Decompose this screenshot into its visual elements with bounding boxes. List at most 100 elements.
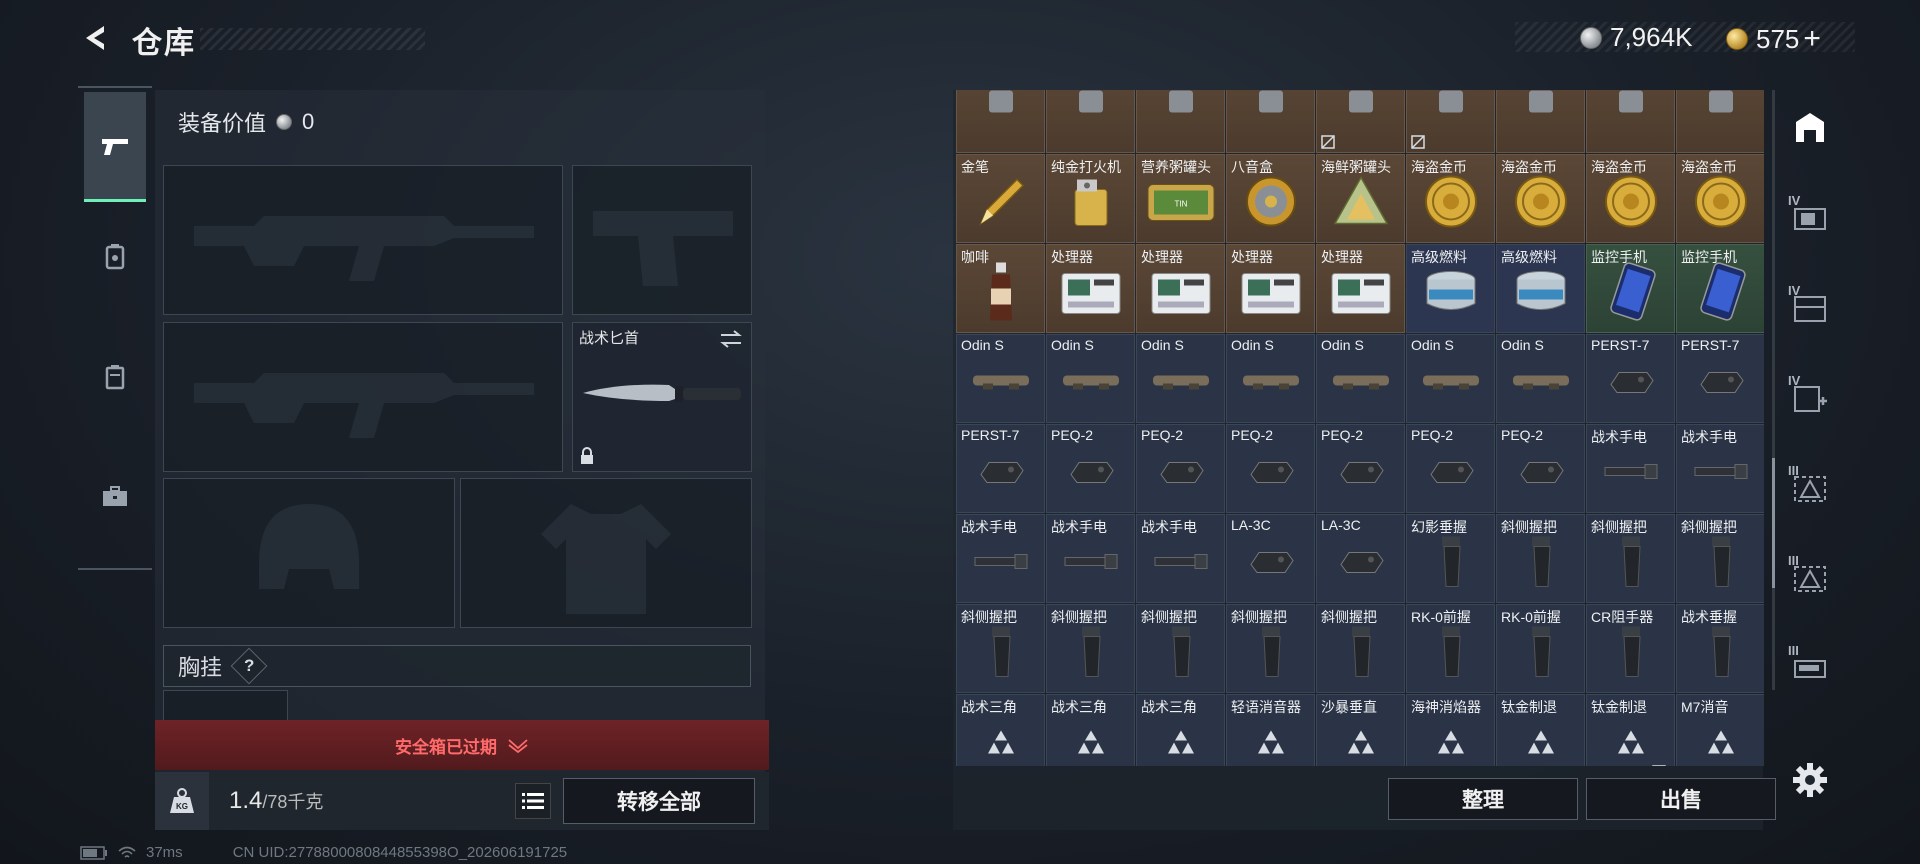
inventory-cell[interactable]: CR阻手器 <box>1586 604 1675 693</box>
inventory-cell[interactable]: Odin S <box>1406 334 1495 423</box>
inventory-cell[interactable]: PERST-7 <box>1676 334 1764 423</box>
inventory-cell[interactable]: 斜侧握把 <box>1046 604 1135 693</box>
inventory-cell[interactable]: 斜侧握把 <box>1586 514 1675 603</box>
swap-icon[interactable] <box>719 329 743 349</box>
inventory-cell[interactable]: 斜侧握把 <box>1676 514 1764 603</box>
inventory-cell[interactable]: Odin S <box>1046 334 1135 423</box>
gear-icon[interactable] <box>1790 760 1830 800</box>
inventory-cell[interactable]: 战术垂握 <box>1676 604 1764 693</box>
inventory-cell[interactable]: 战术手电 <box>1046 514 1135 603</box>
inventory-cell[interactable]: 幻影垂握 <box>1406 514 1495 603</box>
rail-armor-bench[interactable]: III <box>1782 455 1838 525</box>
inventory-cell[interactable]: 海盗金币 <box>1676 154 1764 243</box>
inventory-cell[interactable] <box>1406 90 1495 153</box>
inventory-cell[interactable]: PEQ-2 <box>1226 424 1315 513</box>
inventory-cell[interactable]: 海盗金币 <box>1406 154 1495 243</box>
inventory-cell[interactable]: 营养粥罐头 TIN <box>1136 154 1225 243</box>
grid-scroll-thumb[interactable] <box>1772 458 1775 588</box>
inventory-cell[interactable]: 沙暴垂直 <box>1316 694 1405 766</box>
inventory-cell[interactable]: 战术三角 <box>956 694 1045 766</box>
inventory-cell[interactable]: 八音盒 <box>1226 154 1315 243</box>
melee-slot[interactable]: 战术匕首 <box>572 322 752 472</box>
inventory-cell[interactable]: 战术三角 <box>1046 694 1135 766</box>
tab-case[interactable] <box>84 442 146 552</box>
inventory-cell[interactable]: RK-0前握 <box>1496 604 1585 693</box>
inventory-cell[interactable]: 海盗金币 <box>1586 154 1675 243</box>
secondary-weapon-slot[interactable] <box>163 322 563 472</box>
inventory-cell[interactable]: 高级燃料 <box>1406 244 1495 333</box>
armor-slot[interactable] <box>460 478 752 628</box>
inventory-cell[interactable]: LA-3C <box>1316 514 1405 603</box>
inventory-cell[interactable]: 轻语消音器 <box>1226 694 1315 766</box>
safebox-expired-banner[interactable]: 安全箱已过期 <box>155 720 769 770</box>
inventory-cell[interactable]: 咖啡 <box>956 244 1045 333</box>
inventory-cell[interactable]: 处理器 <box>1046 244 1135 333</box>
inventory-cell[interactable]: PEQ-2 <box>1316 424 1405 513</box>
inventory-cell[interactable] <box>1226 90 1315 153</box>
inventory-cell[interactable]: 监控手机 <box>1676 244 1764 333</box>
rail-armor-bench[interactable]: III <box>1782 545 1838 615</box>
inventory-cell[interactable] <box>1496 90 1585 153</box>
help-icon[interactable]: ? <box>230 647 268 685</box>
inventory-cell[interactable]: 斜侧握把 <box>1496 514 1585 603</box>
helmet-slot[interactable] <box>163 478 455 628</box>
inventory-cell[interactable]: 战术手电 <box>1136 514 1225 603</box>
inventory-cell[interactable]: M7消音 <box>1676 694 1764 766</box>
inventory-cell[interactable]: 战术手电 <box>1586 424 1675 513</box>
inventory-cell[interactable]: 纯金打火机 <box>1046 154 1135 243</box>
inventory-cell[interactable]: 钛金制退 <box>1586 694 1675 766</box>
back-button[interactable] <box>78 20 114 56</box>
inventory-cell[interactable]: PEQ-2 <box>1136 424 1225 513</box>
rail-gun-bench[interactable]: III <box>1782 635 1838 705</box>
tab-armor[interactable] <box>84 202 146 312</box>
warehouse-grid-viewport[interactable]: 金笔 纯金打火机 营养粥罐头 TIN 八音盒 海鲜粥罐头 海盗金币 海盗金币 海盗金币 海盗金币咖… <box>956 90 1764 766</box>
inventory-cell[interactable] <box>1586 90 1675 153</box>
gold-currency[interactable]: 575 + <box>1726 22 1821 56</box>
inventory-cell[interactable]: LA-3C <box>1226 514 1315 603</box>
inventory-cell[interactable]: Odin S <box>1226 334 1315 423</box>
inventory-cell[interactable]: PEQ-2 <box>1496 424 1585 513</box>
inventory-cell[interactable]: 斜侧握把 <box>956 604 1045 693</box>
inventory-cell[interactable]: 海鲜粥罐头 <box>1316 154 1405 243</box>
inventory-cell[interactable]: 海盗金币 <box>1496 154 1585 243</box>
sidearm-slot[interactable] <box>572 165 752 315</box>
inventory-cell[interactable]: 高级燃料 <box>1496 244 1585 333</box>
rail-storage[interactable]: IV <box>1782 275 1838 345</box>
inventory-cell[interactable] <box>1316 90 1405 153</box>
inventory-cell[interactable]: PERST-7 <box>1586 334 1675 423</box>
inventory-cell[interactable]: Odin S <box>1316 334 1405 423</box>
list-view-button[interactable] <box>515 783 551 819</box>
rail-workbench[interactable]: IV <box>1782 185 1838 255</box>
inventory-cell[interactable]: 斜侧握把 <box>1136 604 1225 693</box>
chest-rig-row[interactable]: 胸挂 ? <box>163 645 751 687</box>
inventory-cell[interactable]: 监控手机 <box>1586 244 1675 333</box>
inventory-cell[interactable]: 斜侧握把 <box>1316 604 1405 693</box>
inventory-cell[interactable]: Odin S <box>956 334 1045 423</box>
inventory-cell[interactable]: 海神消焰器 <box>1406 694 1495 766</box>
inventory-cell[interactable]: 处理器 <box>1316 244 1405 333</box>
rail-medical[interactable]: IV <box>1782 365 1838 435</box>
chest-rig-slot[interactable] <box>163 690 288 720</box>
inventory-cell[interactable] <box>1676 90 1764 153</box>
inventory-cell[interactable]: RK-0前握 <box>1406 604 1495 693</box>
inventory-cell[interactable]: 处理器 <box>1226 244 1315 333</box>
primary-weapon-slot[interactable] <box>163 165 563 315</box>
inventory-cell[interactable]: 钛金制退 <box>1496 694 1585 766</box>
transfer-all-button[interactable]: 转移全部 <box>563 778 755 824</box>
inventory-cell[interactable] <box>956 90 1045 153</box>
inventory-cell[interactable]: PEQ-2 <box>1406 424 1495 513</box>
inventory-cell[interactable]: 处理器 <box>1136 244 1225 333</box>
sell-button[interactable]: 出售 <box>1586 778 1776 820</box>
grid-scrollbar[interactable] <box>1772 90 1775 690</box>
tab-weapons[interactable] <box>84 92 146 202</box>
tab-backpack[interactable] <box>84 322 146 432</box>
inventory-cell[interactable] <box>1136 90 1225 153</box>
inventory-cell[interactable]: 战术手电 <box>1676 424 1764 513</box>
rail-bunker[interactable] <box>1782 95 1838 165</box>
inventory-cell[interactable]: 战术三角 <box>1136 694 1225 766</box>
add-gold-button[interactable]: + <box>1803 22 1821 56</box>
inventory-cell[interactable]: 斜侧握把 <box>1226 604 1315 693</box>
inventory-cell[interactable]: PERST-7 <box>956 424 1045 513</box>
inventory-cell[interactable]: Odin S <box>1496 334 1585 423</box>
inventory-cell[interactable]: 金笔 <box>956 154 1045 243</box>
